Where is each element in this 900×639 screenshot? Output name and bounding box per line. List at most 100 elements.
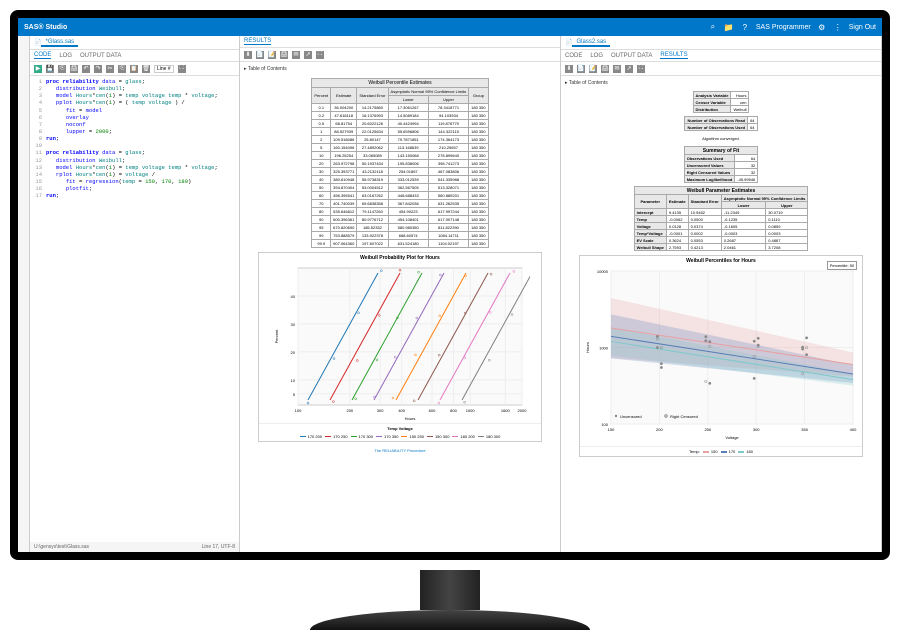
tab-code-2[interactable]: CODE xyxy=(565,53,582,59)
help-icon[interactable]: ? xyxy=(740,22,750,32)
svg-text:150: 150 xyxy=(608,427,615,432)
newwin2-icon[interactable]: ↗ xyxy=(625,65,633,73)
obs-table: Number of Observations Read64Number of O… xyxy=(684,116,757,131)
signout-link[interactable]: Sign Out xyxy=(849,24,876,31)
save-icon[interactable]: 💾 xyxy=(46,65,54,73)
svg-text:250: 250 xyxy=(704,427,711,432)
user-label[interactable]: SAS Programmer xyxy=(756,24,811,31)
tab-output-2[interactable]: OUTPUT DATA xyxy=(611,53,652,59)
file-tab[interactable]: *Glass.sas xyxy=(41,39,78,47)
tab-log[interactable]: LOG xyxy=(59,53,72,59)
svg-text:600: 600 xyxy=(429,408,436,413)
search-icon[interactable]: ⌕ xyxy=(708,22,718,32)
svg-text:1000: 1000 xyxy=(599,346,609,351)
newwin-icon[interactable]: ↗ xyxy=(304,51,312,59)
svg-text:1600: 1600 xyxy=(501,408,511,413)
file-tab-2[interactable]: Glass2.sas xyxy=(572,39,610,47)
toc-label-2[interactable]: ▸ Table of Contents xyxy=(563,78,879,88)
chart2-svg: 100100010000150200250300350400VoltageHou… xyxy=(581,266,861,446)
svg-text:100: 100 xyxy=(295,408,302,413)
chart2-legend: Temp: 150170180 xyxy=(580,446,862,456)
toc-label[interactable]: ▸ Table of Contents xyxy=(242,64,558,74)
svg-text:10000: 10000 xyxy=(597,269,609,274)
svg-text:Voltage: Voltage xyxy=(725,435,739,440)
mail-icon[interactable]: ✉ xyxy=(292,51,300,59)
tab-results-2[interactable]: RESULTS xyxy=(660,52,687,59)
probability-plot: Weibull Probability Plot for Hours 51020… xyxy=(258,252,542,442)
print2-icon[interactable]: 🖨 xyxy=(280,51,288,59)
clear-icon[interactable]: 🗑 xyxy=(142,65,150,73)
editor-toolbar: ▶ 💾 ⎘ 🖨 ↶ ↷ ✂ ⎘ 📋 🗑 Line # ⛶ xyxy=(30,62,239,76)
results-panel-2: 📄 Glass2.sas CODE LOG OUTPUT DATA RESULT… xyxy=(561,36,882,552)
tab-output[interactable]: OUTPUT DATA xyxy=(80,53,121,59)
download-icon[interactable]: ⬇ xyxy=(565,65,573,73)
print-icon[interactable]: 🖨 xyxy=(70,65,78,73)
app-header: SAS® Studio ⌕ 📁 ? SAS Programmer ⚙ ⋮ Sig… xyxy=(18,18,882,36)
svg-text:30: 30 xyxy=(291,322,296,327)
results-panel-1: RESULTS ⬇ 📄 📝 🖨 ✉ ↗ ⛶ ▸ Table of Content… xyxy=(240,36,561,552)
tab-results[interactable]: RESULTS xyxy=(244,38,271,45)
svg-text:20: 20 xyxy=(291,350,296,355)
expand3-icon[interactable]: ⛶ xyxy=(637,65,645,73)
svg-text:10: 10 xyxy=(291,378,296,383)
header-right: ⌕ 📁 ? SAS Programmer ⚙ ⋮ Sign Out xyxy=(708,22,876,32)
chart2-title: Weibull Percentiles for Hours xyxy=(580,256,862,266)
code-editor[interactable]: 1proc reliability data = glass;2 distrib… xyxy=(30,76,239,542)
download-icon[interactable]: ⬇ xyxy=(244,51,252,59)
svg-text:200: 200 xyxy=(346,408,353,413)
svg-text:350: 350 xyxy=(801,427,808,432)
pdf-icon[interactable]: 📄 xyxy=(256,51,264,59)
redo-icon[interactable]: ↷ xyxy=(94,65,102,73)
saveas-icon[interactable]: ⎘ xyxy=(58,65,66,73)
svg-text:1000: 1000 xyxy=(466,408,476,413)
expand-icon[interactable]: ⛶ xyxy=(178,65,186,73)
editor-subtabs: CODE LOG OUTPUT DATA xyxy=(30,50,239,62)
expand2-icon[interactable]: ⛶ xyxy=(316,51,324,59)
rtf-icon[interactable]: 📝 xyxy=(268,51,276,59)
svg-text:Uncensored: Uncensored xyxy=(620,414,642,419)
svg-text:200: 200 xyxy=(656,427,663,432)
status-pos: Line 17, UTF-8 xyxy=(202,544,235,550)
svg-text:40: 40 xyxy=(291,294,296,299)
results-subtabs: RESULTS xyxy=(240,36,560,48)
run-icon[interactable]: ▶ xyxy=(34,65,42,73)
print3-icon[interactable]: 🖨 xyxy=(601,65,609,73)
line-number-box[interactable]: Line # xyxy=(154,65,174,73)
svg-text:Hours: Hours xyxy=(405,416,416,421)
status-bar: U:\gensys\test\Glass.sas Line 17, UTF-8 xyxy=(30,542,239,552)
rtf-icon[interactable]: 📝 xyxy=(589,65,597,73)
chart1-legend: Temp Voltage170 200170 250170 300170 350… xyxy=(259,423,541,441)
percentile-plot: Weibull Percentiles for Hours Percentile… xyxy=(579,255,863,457)
more-icon[interactable]: ⋮ xyxy=(833,22,843,32)
svg-text:400: 400 xyxy=(398,408,405,413)
svg-text:2000: 2000 xyxy=(518,408,528,413)
monitor-stand-neck xyxy=(420,570,480,610)
status-path: U:\gensys\test\Glass.sas xyxy=(34,544,89,550)
panel2-subtabs: CODE LOG OUTPUT DATA RESULTS xyxy=(561,50,881,62)
undo-icon[interactable]: ↶ xyxy=(82,65,90,73)
tab-log-2[interactable]: LOG xyxy=(590,53,603,59)
param-table: Weibull Parameter EstimatesParameterEsti… xyxy=(634,186,809,251)
results-area-2[interactable]: ▸ Table of Contents Analysis VariableHou… xyxy=(561,76,881,552)
nav-rail[interactable] xyxy=(18,36,30,552)
proc-footer: The RELIABILITY Procedure xyxy=(242,446,558,455)
results-area-1[interactable]: ▸ Table of Contents Weibull Percentile E… xyxy=(240,62,560,552)
file-tab-bar-2: 📄 Glass2.sas xyxy=(561,36,881,50)
svg-text:400: 400 xyxy=(850,427,857,432)
results-toolbar-2: ⬇ 📄 📝 🖨 ✉ ↗ ⛶ xyxy=(561,62,881,76)
tab-code[interactable]: CODE xyxy=(34,52,51,59)
screen: SAS® Studio ⌕ 📁 ? SAS Programmer ⚙ ⋮ Sig… xyxy=(18,18,882,552)
cut-icon[interactable]: ✂ xyxy=(106,65,114,73)
main-layout: 📄 *Glass.sas CODE LOG OUTPUT DATA ▶ 💾 ⎘ … xyxy=(18,36,882,552)
mail2-icon[interactable]: ✉ xyxy=(613,65,621,73)
chart1-svg: 510203040100200300400600800100016002000H… xyxy=(270,263,530,423)
pdf-icon[interactable]: 📄 xyxy=(577,65,585,73)
info-table: Analysis VariableHoursCensor Variablecen… xyxy=(693,91,750,113)
paste-icon[interactable]: 📋 xyxy=(130,65,138,73)
app-title: SAS® Studio xyxy=(24,24,67,31)
file-tab-bar: 📄 *Glass.sas xyxy=(30,36,239,50)
folder-icon[interactable]: 📁 xyxy=(724,22,734,32)
copy-icon[interactable]: ⎘ xyxy=(118,65,126,73)
settings-icon[interactable]: ⚙ xyxy=(817,22,827,32)
svg-text:300: 300 xyxy=(377,408,384,413)
